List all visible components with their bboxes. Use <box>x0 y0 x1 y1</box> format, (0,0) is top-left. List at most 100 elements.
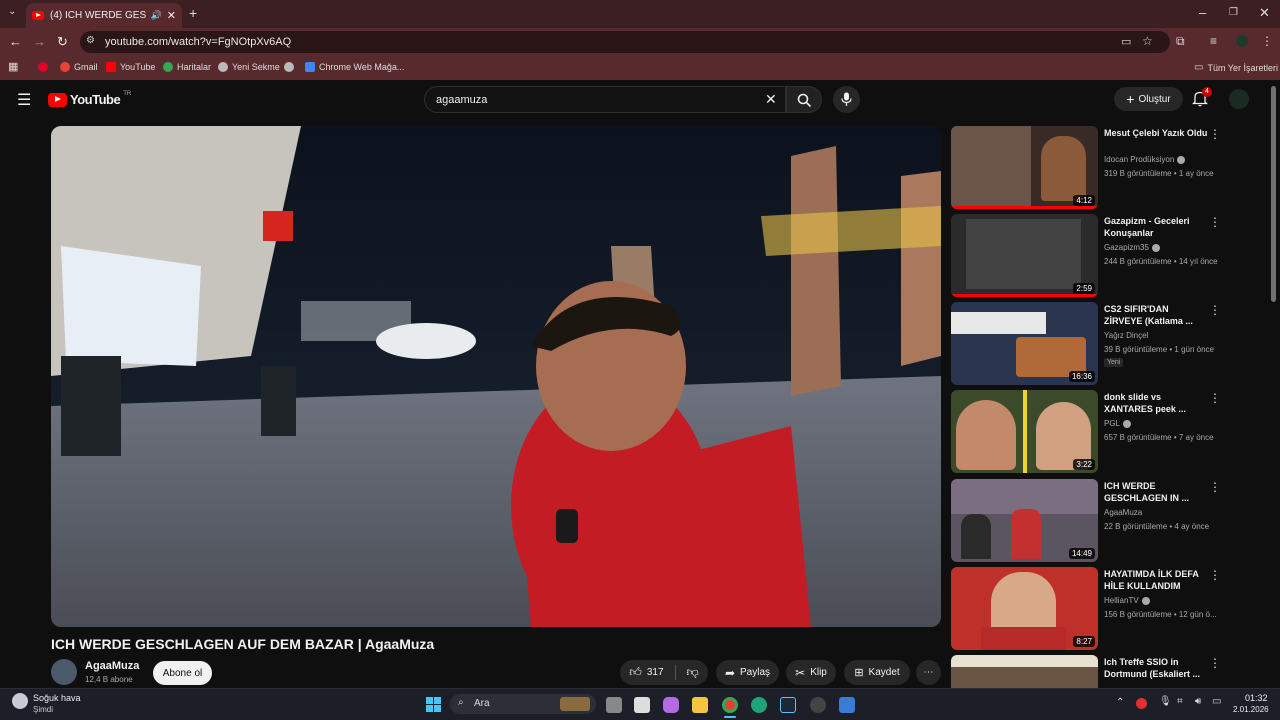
save-button[interactable]: ⊞ Kaydet <box>844 660 910 685</box>
edge-icon[interactable] <box>751 697 767 713</box>
recommendation-title[interactable]: Gazapizm - Geceleri Konuşanlar <box>1104 215 1209 239</box>
tray-app-icon[interactable] <box>1136 698 1147 709</box>
bookmark-globe-2[interactable] <box>284 62 294 72</box>
bookmark-gmail[interactable]: Gmail <box>60 62 98 72</box>
share-button[interactable]: ➦ Paylaş <box>716 660 779 685</box>
more-options-icon[interactable]: ⋮ <box>1209 303 1221 317</box>
notifications-button[interactable]: 4 <box>1191 87 1212 112</box>
recommendation-channel[interactable]: PGL <box>1104 419 1132 428</box>
youtube-logo[interactable]: YouTube TR <box>48 91 131 107</box>
recommendation-item[interactable]: 16:36 CS2 SIFIR'DAN ZİRVEYE (Katlama ...… <box>951 302 1251 386</box>
profile-avatar[interactable] <box>1236 35 1248 47</box>
recommendation-channel[interactable]: Idocan Prodüksiyon <box>1104 155 1186 164</box>
thumbs-down-icon[interactable]: 👎︎ <box>687 665 699 680</box>
reload-icon[interactable]: ↻ <box>57 34 68 50</box>
recommendation-title[interactable]: Ich Treffe SSIO in Dortmund (Eskaliert .… <box>1104 656 1209 680</box>
thumbnail[interactable]: 4:12 <box>951 126 1098 209</box>
file-explorer-icon[interactable] <box>692 697 708 713</box>
recommendation-item[interactable]: 14:49 ICH WERDE GESCHLAGEN IN ... AgaaMu… <box>951 479 1251 563</box>
thumbnail[interactable]: 3:22 <box>951 390 1098 473</box>
thumbnail[interactable]: 8:27 <box>951 567 1098 650</box>
video-player[interactable] <box>51 126 941 627</box>
microphone-tray-icon[interactable]: 🎙︎ <box>1159 696 1172 707</box>
clock-date[interactable]: 2.01.2026 <box>1233 705 1269 714</box>
channel-avatar[interactable] <box>51 659 77 685</box>
chrome-menu-icon[interactable]: ⋮ <box>1261 34 1273 48</box>
recommendation-channel[interactable]: Yağız Dinçel <box>1104 331 1148 340</box>
recommendation-title[interactable]: HAYATIMDA İLK DEFA HİLE KULLANDIM <box>1104 568 1209 592</box>
app-icon[interactable] <box>810 697 826 713</box>
apps-grid-icon[interactable]: ▦ <box>8 60 18 73</box>
more-options-icon[interactable]: ⋮ <box>1209 480 1221 494</box>
minimize-icon[interactable]: – <box>1199 5 1206 20</box>
thumbs-up-icon[interactable]: 👍︎ <box>629 665 642 680</box>
thumbnail[interactable] <box>951 655 1098 688</box>
browser-tab-active[interactable]: (4) ICH WERDE GESCHLAGE 🔊 ✕ <box>26 3 182 28</box>
more-options-icon[interactable]: ⋮ <box>1209 568 1221 582</box>
copilot-icon[interactable] <box>663 697 679 713</box>
recommendation-title[interactable]: ICH WERDE GESCHLAGEN IN ... <box>1104 480 1209 504</box>
show-hidden-icons[interactable]: ⌃ <box>1116 697 1124 708</box>
taskbar-search[interactable]: ⌕ Ara <box>450 694 596 714</box>
more-options-icon[interactable]: ⋮ <box>1209 127 1221 141</box>
speaker-icon[interactable]: 🔊 <box>151 10 162 21</box>
bookmark-new-tab[interactable]: Yeni Sekme <box>218 62 280 72</box>
bookmark-youtube[interactable]: YouTube <box>106 62 155 72</box>
bookmark-star-icon[interactable]: ☆ <box>1142 34 1153 48</box>
recommendation-channel[interactable]: HellianTV <box>1104 596 1150 605</box>
bookmark-maps[interactable]: Haritalar <box>163 62 211 72</box>
hamburger-menu-icon[interactable]: ☰ <box>17 90 31 110</box>
back-icon[interactable]: ← <box>9 34 22 49</box>
app-icon-2[interactable] <box>839 697 855 713</box>
store-icon[interactable] <box>634 697 650 713</box>
url-text[interactable]: youtube.com/watch?v=FgNOtpXv6AQ <box>105 36 291 48</box>
weather-title[interactable]: Soğuk hava <box>33 693 81 703</box>
recommendation-title[interactable]: Mesut Çelebi Yazık Oldu <box>1104 127 1209 139</box>
close-window-icon[interactable]: ✕ <box>1259 5 1270 21</box>
recommendation-item[interactable]: Ich Treffe SSIO in Dortmund (Eskaliert .… <box>951 655 1251 688</box>
clear-search-icon[interactable]: ✕ <box>765 91 777 108</box>
recommendation-item[interactable]: 8:27 HAYATIMDA İLK DEFA HİLE KULLANDIM H… <box>951 567 1251 651</box>
steam-icon[interactable] <box>780 697 796 713</box>
more-actions-button[interactable]: ⋯ <box>916 660 941 685</box>
battery-icon[interactable]: ▭ <box>1212 696 1221 707</box>
thumbnail[interactable]: 14:49 <box>951 479 1098 562</box>
recommendation-item[interactable]: 2:59 Gazapizm - Geceleri Konuşanlar Gaza… <box>951 214 1251 298</box>
recommendation-item[interactable]: 4:12 Mesut Çelebi Yazık Oldu Idocan Prod… <box>951 126 1251 210</box>
create-button[interactable]: + Oluştur <box>1114 87 1183 111</box>
cast-icon[interactable]: ▭ <box>1121 35 1131 48</box>
tab-close-icon[interactable]: ✕ <box>167 9 176 22</box>
restore-icon[interactable]: ❐ <box>1229 7 1238 18</box>
thumbnail[interactable]: 2:59 <box>951 214 1098 297</box>
clock-time[interactable]: 01:32 <box>1245 693 1268 703</box>
volume-icon[interactable]: 🔊︎ <box>1195 696 1201 707</box>
channel-name[interactable]: AgaaMuza <box>85 660 139 672</box>
recommendation-item[interactable]: 3:22 donk slide vs XANTARES peek ... PGL… <box>951 390 1251 474</box>
search-button[interactable] <box>786 86 822 113</box>
subscribe-button[interactable]: Abone ol <box>153 661 212 685</box>
forward-icon[interactable]: → <box>33 34 46 49</box>
more-options-icon[interactable]: ⋮ <box>1209 215 1221 229</box>
weather-icon[interactable] <box>12 693 28 709</box>
pinterest-icon[interactable] <box>38 62 48 72</box>
recommendation-channel[interactable]: Gazapizm35 <box>1104 243 1160 252</box>
more-options-icon[interactable]: ⋮ <box>1209 391 1221 405</box>
site-info-icon[interactable]: ⚙ <box>86 35 95 46</box>
reading-list-icon[interactable]: ≡ <box>1210 34 1217 48</box>
tab-search-icon[interactable]: ⌄ <box>8 6 16 17</box>
extensions-icon[interactable]: ⧉ <box>1176 34 1185 49</box>
network-icon[interactable]: ⌗ <box>1177 696 1183 707</box>
task-view-icon[interactable] <box>606 697 622 713</box>
search-input[interactable]: agaamuza <box>436 94 487 106</box>
recommendation-title[interactable]: CS2 SIFIR'DAN ZİRVEYE (Katlama ... <box>1104 303 1209 327</box>
clip-button[interactable]: ✂ Klip <box>786 660 836 685</box>
scrollbar-thumb[interactable] <box>1271 86 1276 302</box>
like-count[interactable]: 317 <box>647 667 664 678</box>
account-avatar[interactable] <box>1229 89 1249 109</box>
all-bookmarks[interactable]: ▭ Tüm Yer İşaretleri <box>1194 62 1278 73</box>
thumbnail[interactable]: 16:36 <box>951 302 1098 385</box>
new-tab-button[interactable]: + <box>189 5 197 21</box>
recommendation-channel[interactable]: AgaaMuza <box>1104 508 1142 517</box>
voice-search-button[interactable] <box>833 86 860 113</box>
more-options-icon[interactable]: ⋮ <box>1209 656 1221 670</box>
